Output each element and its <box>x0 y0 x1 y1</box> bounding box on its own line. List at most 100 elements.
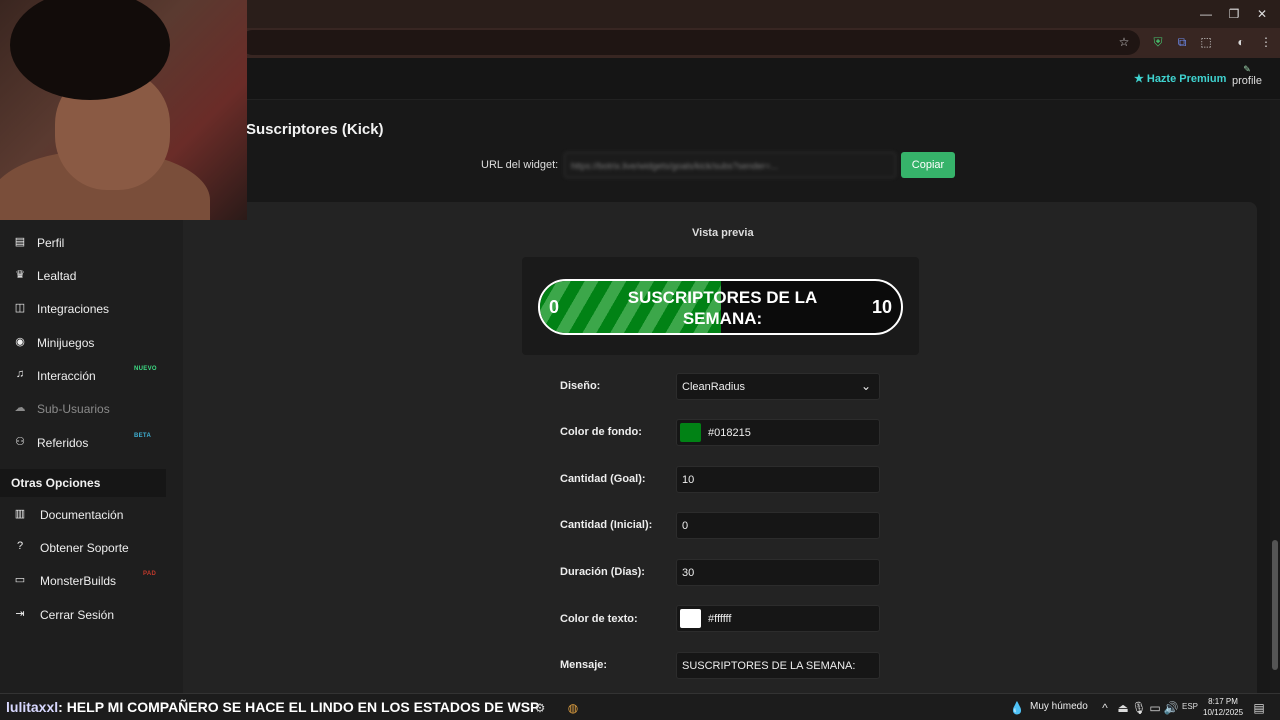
chat-username: lulitaxxl <box>6 699 59 715</box>
star-icon[interactable]: ☆ <box>1116 34 1132 50</box>
text-color-swatch[interactable] <box>680 609 701 628</box>
volume-icon[interactable]: 🔊 <box>1162 699 1180 717</box>
goal-label: Cantidad (Goal): <box>560 473 646 485</box>
gamepad-icon: ◉ <box>15 336 25 348</box>
page-title: Suscriptores (Kick) <box>246 121 384 138</box>
close-window-button[interactable]: ✕ <box>1252 5 1272 23</box>
sidebar-item-label: Documentación <box>40 508 124 522</box>
maximize-button[interactable]: ❐ <box>1224 5 1244 23</box>
clock-date: 10/12/2025 <box>1203 708 1244 717</box>
users-icon: ⚇ <box>15 436 25 448</box>
sidebar: ▤ Perfil ♛ Lealtad ◫ Integraciones ◉ Min… <box>0 220 183 693</box>
initial-label: Cantidad (Inicial): <box>560 519 653 531</box>
music-icon: ♫ <box>15 368 25 380</box>
sidebar-item-label: Perfil <box>37 236 65 250</box>
chevron-down-icon: ⌄ <box>860 379 871 393</box>
notifications-icon[interactable]: ▤ <box>1250 699 1268 717</box>
sidebar-item-soporte[interactable]: ? Obtener Soporte <box>0 532 166 562</box>
question-icon: ? <box>16 540 24 552</box>
logout-icon: ⇥ <box>15 608 25 620</box>
duration-label: Duración (Días): <box>560 566 645 578</box>
message-input[interactable]: SUSCRIPTORES DE LA SEMANA: <box>676 652 880 679</box>
sidebar-item-lealtad[interactable]: ♛ Lealtad <box>0 260 166 290</box>
page-scrollbar[interactable] <box>1270 100 1280 693</box>
users-cog-icon: ☁ <box>14 402 26 414</box>
weather-text: Muy húmedo <box>1030 701 1088 712</box>
beta-badge: BETA <box>134 433 152 439</box>
sidebar-item-referidos[interactable]: ⚇ Referidos BETA <box>0 427 166 457</box>
section-title-otras-opciones: Otras Opciones <box>0 469 166 497</box>
sidebar-item-sub-usuarios[interactable]: ☁ Sub-Usuarios <box>0 393 166 423</box>
url-label: URL del widget: <box>481 159 559 171</box>
weather-icon: 💧 <box>1009 701 1025 715</box>
copy-button[interactable]: Copiar <box>901 152 955 178</box>
chrome-icon[interactable]: ◍ <box>564 699 582 717</box>
sidebar-item-perfil[interactable]: ▤ Perfil <box>0 227 166 257</box>
trophy-icon: ♛ <box>15 269 25 281</box>
extensions-icon[interactable]: ⬚ <box>1198 34 1214 50</box>
address-bar[interactable] <box>240 30 1140 55</box>
taskbar: lulitaxxl: HELP MI COMPAÑERO SE HACE EL … <box>0 693 1280 720</box>
bg-color-label: Color de fondo: <box>560 426 642 438</box>
sidebar-item-integraciones[interactable]: ◫ Integraciones <box>0 293 166 323</box>
scrollbar-thumb[interactable] <box>1272 540 1278 670</box>
sidebar-item-label: Referidos <box>37 436 89 450</box>
profile-menu[interactable]: ✎ profile <box>1232 64 1262 87</box>
premium-link[interactable]: ★ Hazte Premium <box>1134 72 1226 85</box>
preview-label: Vista previa <box>692 227 754 239</box>
design-label: Diseño: <box>560 380 601 392</box>
goal-bar: 0 SUSCRIPTORES DE LA SEMANA: 10 <box>538 279 903 335</box>
goal-min-value: 0 <box>549 297 560 317</box>
obs-icon[interactable]: ⚙ <box>531 699 549 717</box>
design-select[interactable]: CleanRadius ⌄ <box>676 373 880 400</box>
sidebar-item-interaccion[interactable]: ♫ Interacción NUEVO <box>0 360 166 390</box>
bg-color-field[interactable]: #018215 <box>676 419 880 446</box>
clock-time: 8:17 PM <box>1208 697 1238 706</box>
goal-input[interactable]: 10 <box>676 466 880 493</box>
sidebar-item-minijuegos[interactable]: ◉ Minijuegos <box>0 327 166 357</box>
bg-color-value: #018215 <box>708 427 751 439</box>
minimize-button[interactable]: — <box>1196 5 1216 23</box>
star-icon: ★ <box>1134 73 1144 85</box>
sidebar-item-label: Cerrar Sesión <box>40 608 115 622</box>
menu-icon[interactable]: ⋮ <box>1258 34 1274 50</box>
goal-message: SUSCRIPTORES DE LA SEMANA: <box>627 288 818 328</box>
id-card-icon: ▤ <box>14 236 26 248</box>
sidebar-item-label: Lealtad <box>37 269 77 283</box>
text-color-field[interactable]: #ffffff <box>676 605 880 632</box>
sidebar-item-label: Sub-Usuarios <box>37 402 110 416</box>
bg-color-swatch[interactable] <box>680 423 701 442</box>
chevron-up-icon[interactable]: ^ <box>1096 699 1114 717</box>
text-color-label: Color de texto: <box>560 613 638 625</box>
new-badge: NUEVO <box>134 366 157 372</box>
sidebar-item-label: Obtener Soporte <box>40 541 129 555</box>
sidebar-item-documentacion[interactable]: ▥ Documentación <box>0 499 166 529</box>
chat-overlay: lulitaxxl: HELP MI COMPAÑERO SE HACE EL … <box>6 699 539 715</box>
sidebar-item-label: Integraciones <box>37 302 110 316</box>
design-value: CleanRadius <box>682 381 745 393</box>
sidebar-item-cerrar-sesion[interactable]: ⇥ Cerrar Sesión <box>0 599 166 629</box>
chat-message: : HELP MI COMPAÑERO SE HACE EL LINDO EN … <box>58 699 540 715</box>
clock[interactable]: 8:17 PM 10/12/2025 <box>1203 696 1243 718</box>
integrations-icon: ◫ <box>14 302 26 314</box>
initial-input[interactable]: 0 <box>676 512 880 539</box>
translate-icon[interactable]: ⧉ <box>1174 34 1190 50</box>
pad-badge: PAD <box>143 571 157 577</box>
shield-extension-icon[interactable]: ⛨ <box>1150 34 1166 50</box>
sidebar-item-label: MonsterBuilds <box>40 574 117 588</box>
sidebar-item-monsterbuilds[interactable]: ▭ MonsterBuilds PAD <box>0 565 166 595</box>
duration-input[interactable]: 30 <box>676 559 880 586</box>
premium-label: Hazte Premium <box>1146 73 1227 85</box>
language-indicator[interactable]: ESP <box>1182 702 1198 711</box>
sidebar-item-label: Minijuegos <box>37 336 95 350</box>
profile-label: profile <box>1232 75 1262 87</box>
webcam-overlay <box>0 0 247 220</box>
message-label: Mensaje: <box>560 659 608 671</box>
book-icon: ▥ <box>14 508 26 520</box>
sidebar-item-label: Interacción <box>37 369 96 383</box>
profile-icon[interactable]: ◐ <box>1233 34 1249 50</box>
avatar: ✎ <box>1243 64 1251 74</box>
widget-url-field[interactable]: https://botrix.live/widgets/goals/kick/s… <box>564 152 896 178</box>
laptop-icon: ▭ <box>14 574 26 586</box>
text-color-value: #ffffff <box>708 613 732 625</box>
